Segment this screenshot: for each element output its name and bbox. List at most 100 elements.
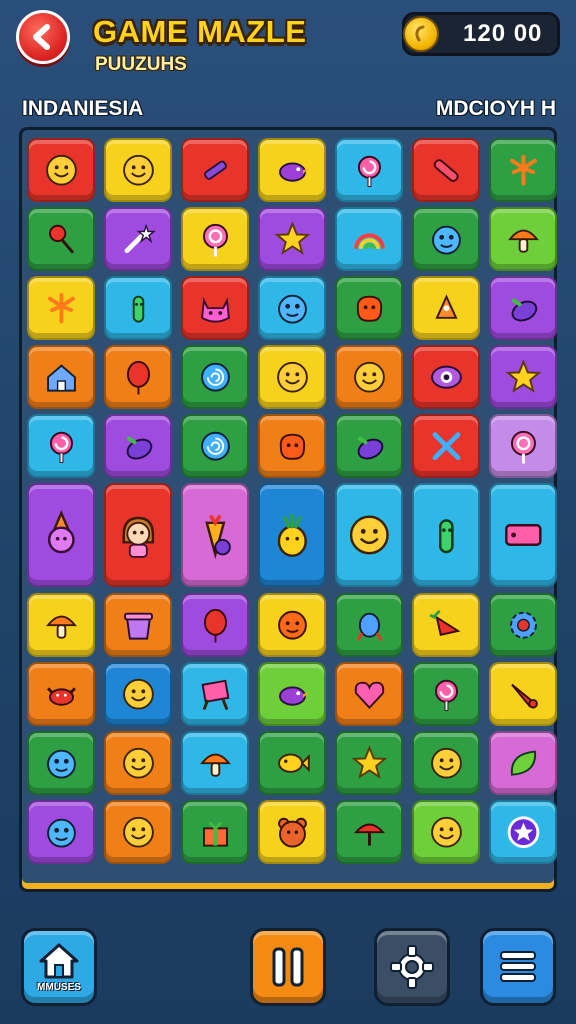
tile-r2-c1[interactable] [27, 207, 95, 271]
tile-r2-c5[interactable] [335, 207, 403, 271]
gear-flower-icon [509, 611, 537, 639]
tile-r1-c2[interactable] [104, 138, 172, 202]
monster-face-icon [46, 818, 76, 848]
tile-r5-c4[interactable] [258, 414, 326, 478]
tile-r7-c3[interactable] [181, 593, 249, 657]
tile-r8-c3[interactable] [181, 662, 249, 726]
tile-r6-c2[interactable] [104, 483, 172, 587]
tile-r6-c7[interactable] [489, 483, 557, 587]
tile-r1-c5[interactable] [335, 138, 403, 202]
tile-r9-c1[interactable] [27, 731, 95, 795]
tile-r10-c6[interactable] [412, 800, 480, 864]
tile-r1-c4[interactable] [258, 138, 326, 202]
tile-r8-c2[interactable] [104, 662, 172, 726]
smiley-face-icon [430, 747, 462, 779]
candy-icon [356, 612, 382, 641]
tile-r3-c4[interactable] [258, 276, 326, 340]
menu-button[interactable] [480, 928, 556, 1006]
home-button[interactable]: MMUSES [21, 928, 97, 1006]
tile-r9-c3[interactable] [181, 731, 249, 795]
crab-icon [46, 687, 76, 706]
tile-r5-c7[interactable] [489, 414, 557, 478]
magic-wand-icon [124, 223, 156, 253]
tile-r1-c6[interactable] [412, 138, 480, 202]
tile-r2-c7[interactable] [489, 207, 557, 271]
tile-r10-c3[interactable] [181, 800, 249, 864]
tile-r8-c7[interactable] [489, 662, 557, 726]
eggplant-icon [357, 436, 383, 460]
tile-r5-c6[interactable] [412, 414, 480, 478]
smiley-face-icon [45, 154, 77, 186]
tile-r7-c5[interactable] [335, 593, 403, 657]
monster-face-icon [431, 225, 461, 255]
tile-r10-c4[interactable] [258, 800, 326, 864]
tile-r7-c7[interactable] [489, 593, 557, 657]
pause-button[interactable] [250, 928, 326, 1006]
tile-r4-c4[interactable] [258, 345, 326, 409]
tile-r9-c7[interactable] [489, 731, 557, 795]
star-icon [351, 745, 387, 779]
tile-r3-c1[interactable] [27, 276, 95, 340]
tile-r5-c2[interactable] [104, 414, 172, 478]
tile-r3-c2[interactable] [104, 276, 172, 340]
tile-r1-c3[interactable] [181, 138, 249, 202]
tile-r6-c4[interactable] [258, 483, 326, 587]
tile-r7-c2[interactable] [104, 593, 172, 657]
tile-r5-c3[interactable] [181, 414, 249, 478]
game-title: GAME MAZLE [93, 14, 307, 49]
tile-r4-c7[interactable] [489, 345, 557, 409]
smiley-face-icon [122, 747, 154, 779]
swirl-lollipop-icon [357, 155, 381, 187]
umbrella-icon [353, 823, 385, 846]
tile-r9-c4[interactable] [258, 731, 326, 795]
tile-r2-c4[interactable] [258, 207, 326, 271]
tile-r6-c1[interactable] [27, 483, 95, 587]
menu-icon [500, 951, 536, 982]
tile-r7-c1[interactable] [27, 593, 95, 657]
tile-r8-c1[interactable] [27, 662, 95, 726]
tile-r1-c1[interactable] [27, 138, 95, 202]
carrot-character-icon [204, 514, 231, 560]
tile-r7-c6[interactable] [412, 593, 480, 657]
lollipop-icon [510, 430, 536, 464]
tile-r6-c6[interactable] [412, 483, 480, 587]
tile-r10-c2[interactable] [104, 800, 172, 864]
tile-r10-c5[interactable] [335, 800, 403, 864]
tile-r7-c4[interactable] [258, 593, 326, 657]
tile-r6-c3[interactable] [181, 483, 249, 587]
tile-r9-c6[interactable] [412, 731, 480, 795]
tile-r8-c5[interactable] [335, 662, 403, 726]
tile-r5-c1[interactable] [27, 414, 95, 478]
tile-r8-c4[interactable] [258, 662, 326, 726]
back-button[interactable] [16, 10, 70, 64]
tile-r8-c6[interactable] [412, 662, 480, 726]
tile-r2-c3[interactable] [181, 207, 249, 271]
tile-r4-c5[interactable] [335, 345, 403, 409]
tile-r2-c2[interactable] [104, 207, 172, 271]
tile-r10-c1[interactable] [27, 800, 95, 864]
settings-button[interactable] [374, 928, 450, 1006]
tile-r9-c2[interactable] [104, 731, 172, 795]
tile-r4-c6[interactable] [412, 345, 480, 409]
tile-r1-c7[interactable] [489, 138, 557, 202]
tile-r4-c1[interactable] [27, 345, 95, 409]
tile-r3-c3[interactable] [181, 276, 249, 340]
tile-r2-c6[interactable] [412, 207, 480, 271]
tile-r3-c7[interactable] [489, 276, 557, 340]
pause-icon [272, 947, 304, 987]
eggplant-icon [126, 436, 152, 460]
tile-r5-c5[interactable] [335, 414, 403, 478]
bird-icon [278, 162, 309, 182]
tile-r3-c6[interactable] [412, 276, 480, 340]
tile-r4-c3[interactable] [181, 345, 249, 409]
tile-r9-c5[interactable] [335, 731, 403, 795]
house-icon [46, 364, 76, 392]
wizard-icon [47, 510, 75, 554]
rainbow-icon [353, 233, 385, 249]
tile-r3-c5[interactable] [335, 276, 403, 340]
tile-r10-c7[interactable] [489, 800, 557, 864]
tile-r4-c2[interactable] [104, 345, 172, 409]
smiley-face-icon [122, 154, 154, 186]
tile-r6-c5[interactable] [335, 483, 403, 587]
score-display: 120 00 [402, 12, 560, 56]
